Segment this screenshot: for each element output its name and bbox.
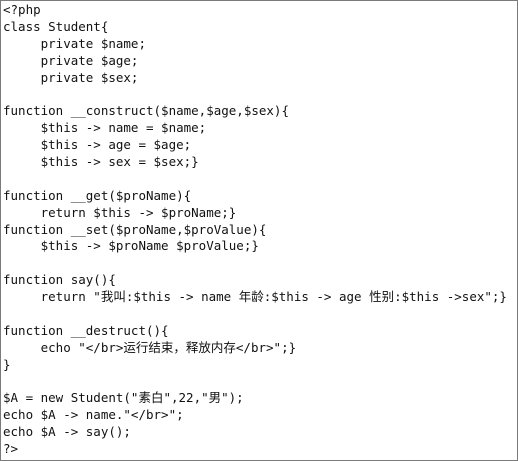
code-area[interactable]: <?php class Student{ private $name; priva… [3, 2, 515, 458]
code-editor[interactable]: <?php class Student{ private $name; priva… [0, 0, 518, 461]
code-line: private $name; [3, 35, 146, 51]
code-line: private $age; [3, 52, 139, 68]
code-line: class Student{ [3, 18, 109, 34]
code-line: function __set($proName,$proValue){ [3, 221, 267, 237]
code-line: function say(){ [3, 272, 116, 288]
code-line: private $sex; [3, 69, 139, 85]
code-line: function __construct($name,$age,$sex){ [3, 103, 289, 119]
code-line: $this -> age = $age; [3, 137, 192, 153]
code-line: ?> [3, 441, 19, 457]
code-line: function __destruct(){ [3, 322, 169, 338]
code-line: echo $A -> say(); [3, 424, 131, 440]
code-line: <?php [3, 2, 41, 17]
code-line: $this -> name = $name; [3, 120, 207, 136]
code-line: echo $A -> name."</br>"; [3, 407, 184, 423]
code-line: $this -> sex = $sex;} [3, 154, 199, 170]
code-line: function __get($proName){ [3, 187, 192, 203]
code-line: return "我叫:$this -> name 年龄:$this -> age… [3, 289, 507, 305]
code-line: $A = new Student("素白",22,"男"); [3, 390, 244, 406]
code-line: return $this -> $proName;} [3, 204, 237, 220]
code-line: $this -> $proName $proValue;} [3, 238, 259, 254]
code-line: } [3, 356, 11, 372]
code-line: echo "</br>运行结束，释放内存</br>";} [3, 339, 297, 355]
